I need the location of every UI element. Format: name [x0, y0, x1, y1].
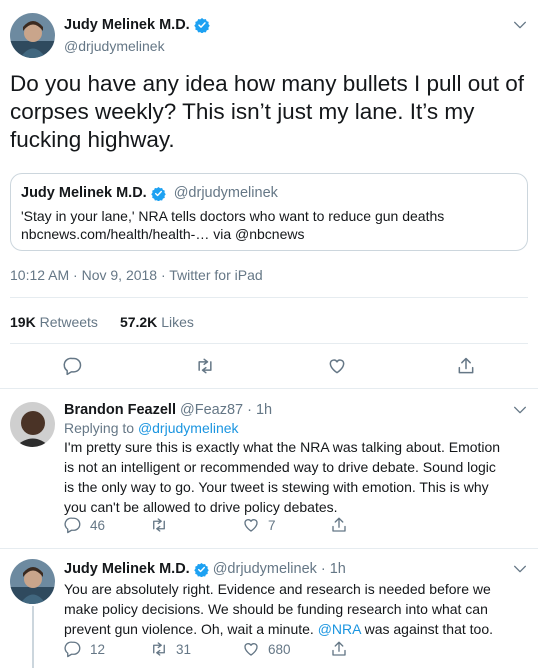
main-tweet-text: Do you have any idea how many bullets I …	[10, 71, 525, 152]
reply-count: 46	[90, 517, 106, 533]
divider	[10, 343, 528, 344]
tweet-timestamp[interactable]: 10:12 AM · Nov 9, 2018 · Twitter for iPa…	[10, 267, 263, 283]
share-action[interactable]	[330, 640, 348, 658]
reply-time[interactable]: · 1h	[321, 561, 346, 577]
like-action[interactable]: 7	[242, 516, 276, 534]
share-icon[interactable]	[330, 640, 348, 658]
reply-author-name[interactable]: Brandon Feazell	[64, 402, 176, 418]
quoted-tweet-text: 'Stay in your lane,' NRA tells doctors w…	[21, 208, 445, 224]
divider	[10, 297, 528, 298]
replying-to-link[interactable]: @drjudymelinek	[138, 420, 239, 436]
reply-author-name[interactable]: Judy Melinek M.D.	[64, 561, 190, 577]
verified-badge-icon	[193, 18, 210, 33]
reply-author-avatar[interactable]	[10, 559, 55, 604]
reply-text: You are absolutely right. Evidence and r…	[64, 581, 494, 637]
retweets-stat[interactable]: 19K Retweets	[10, 314, 98, 330]
quoted-tweet-link: nbcnews.com/health/health-… via @nbcnews	[21, 226, 305, 242]
retweet-icon[interactable]	[195, 356, 215, 376]
retweet-icon[interactable]	[150, 516, 168, 534]
share-action[interactable]	[330, 516, 348, 534]
divider	[0, 388, 538, 389]
share-icon[interactable]	[330, 516, 348, 534]
like-icon[interactable]	[242, 516, 260, 534]
like-icon[interactable]	[327, 356, 347, 376]
retweet-action[interactable]	[150, 516, 168, 534]
chevron-down-icon[interactable]	[512, 17, 528, 33]
chevron-down-icon[interactable]	[512, 561, 528, 577]
like-action[interactable]: 680	[242, 640, 291, 658]
share-icon[interactable]	[456, 356, 476, 376]
chevron-down-icon[interactable]	[512, 402, 528, 418]
reply-time[interactable]: · 1h	[247, 402, 272, 418]
verified-badge-icon	[150, 186, 166, 201]
main-author-avatar[interactable]	[10, 13, 55, 58]
retweet-count: 31	[176, 641, 192, 657]
tweet-stats: 19K Retweets 57.2K Likes	[10, 314, 194, 330]
verified-badge-icon	[193, 562, 209, 577]
quoted-author-row: Judy Melinek M.D. @drjudymelinek	[21, 185, 278, 201]
quoted-author-handle: @drjudymelinek	[173, 185, 278, 201]
reply-icon[interactable]	[64, 640, 82, 658]
reply-author-avatar[interactable]	[10, 402, 55, 447]
retweet-action[interactable]: 31	[150, 640, 191, 658]
reply-author-handle[interactable]: @Feaz87	[180, 402, 243, 418]
reply-author-handle[interactable]: @drjudymelinek	[213, 561, 317, 577]
retweet-icon[interactable]	[150, 640, 168, 658]
reply-count-action[interactable]: 12	[64, 640, 105, 658]
reply-icon[interactable]	[64, 516, 82, 534]
mention-link[interactable]: @NRA	[318, 621, 361, 637]
like-count: 680	[268, 641, 291, 657]
quoted-author-name: Judy Melinek M.D.	[21, 185, 147, 201]
reply-count: 12	[90, 641, 106, 657]
main-author-handle[interactable]: @drjudymelinek	[64, 38, 165, 54]
reply-header: Brandon Feazell @Feaz87 · 1h	[64, 402, 272, 418]
like-count: 7	[268, 517, 276, 533]
reply-icon[interactable]	[63, 356, 83, 376]
reply-count-action[interactable]: 46	[64, 516, 105, 534]
main-author-name-row[interactable]: Judy Melinek M.D.	[64, 17, 210, 33]
divider	[0, 548, 538, 549]
thread-line	[32, 606, 34, 668]
main-author-name[interactable]: Judy Melinek M.D.	[64, 17, 190, 33]
replying-to: Replying to @drjudymelinek	[64, 420, 239, 436]
like-icon[interactable]	[242, 640, 260, 658]
reply-text: I'm pretty sure this is exactly what the…	[64, 439, 501, 515]
reply-header: Judy Melinek M.D. @drjudymelinek · 1h	[64, 561, 346, 577]
likes-stat[interactable]: 57.2K Likes	[120, 314, 194, 330]
